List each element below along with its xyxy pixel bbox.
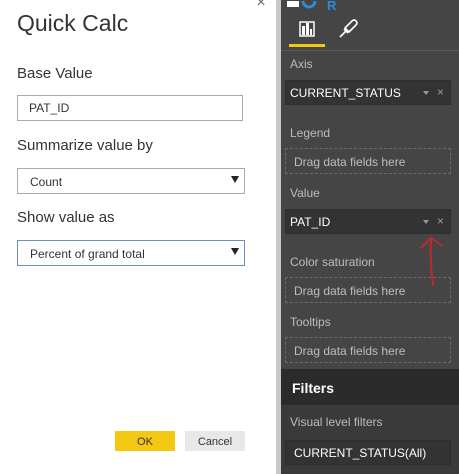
visual-gallery-strip: R: [281, 0, 459, 13]
value-label: Value: [290, 186, 320, 200]
dropdown-arrow-icon: [231, 176, 239, 183]
chevron-down-icon[interactable]: [423, 91, 429, 95]
tooltips-placeholder: Drag data fields here: [294, 344, 406, 358]
ok-button[interactable]: OK: [115, 431, 175, 451]
legend-placeholder: Drag data fields here: [294, 155, 406, 169]
show-value-label: Show value as: [17, 209, 115, 226]
filter-item[interactable]: CURRENT_STATUS(All): [285, 440, 451, 465]
pane-divider: [281, 50, 459, 51]
color-saturation-placeholder: Drag data fields here: [294, 284, 406, 298]
screen: Quick Calc × Base Value Summarize value …: [0, 0, 459, 474]
remove-field-icon[interactable]: ×: [437, 214, 444, 228]
value-field-name: PAT_ID: [290, 215, 331, 229]
tooltips-label: Tooltips: [290, 315, 331, 329]
tab-format[interactable]: [330, 12, 366, 46]
base-value-input[interactable]: [17, 95, 243, 121]
color-saturation-label: Color saturation: [290, 255, 375, 269]
filter-item-label: CURRENT_STATUS(All): [294, 446, 427, 460]
dropdown-arrow-icon: [231, 248, 239, 255]
base-value-label: Base Value: [17, 65, 93, 82]
summarize-selected-value: Count: [30, 175, 63, 189]
legend-label: Legend: [290, 126, 331, 140]
filters-title: Filters: [292, 380, 335, 396]
remove-field-icon[interactable]: ×: [437, 85, 444, 99]
active-tab-indicator: [289, 44, 325, 47]
visual-level-filters-label: Visual level filters: [290, 415, 383, 429]
paint-roller-icon: [339, 19, 358, 38]
bar-chart-icon: [299, 21, 315, 37]
chevron-down-icon[interactable]: [423, 220, 429, 224]
axis-field[interactable]: CURRENT_STATUS ×: [285, 80, 451, 105]
show-value-dropdown[interactable]: Percent of grand total: [17, 240, 245, 266]
close-icon[interactable]: ×: [253, 0, 269, 11]
dialog-title: Quick Calc: [17, 10, 129, 36]
summarize-dropdown[interactable]: Count: [17, 168, 245, 194]
show-value-selected-value: Percent of grand total: [30, 247, 145, 261]
annotation-arrow-icon: [420, 237, 443, 286]
axis-label: Axis: [290, 57, 313, 71]
axis-field-name: CURRENT_STATUS: [290, 86, 401, 100]
cancel-button[interactable]: Cancel: [185, 431, 245, 451]
tab-fields[interactable]: [289, 12, 325, 46]
quick-calc-dialog: Quick Calc × Base Value Summarize value …: [0, 0, 276, 474]
tooltips-drop-zone[interactable]: Drag data fields here: [285, 337, 451, 363]
legend-drop-zone[interactable]: Drag data fields here: [285, 148, 451, 174]
summarize-label: Summarize value by: [17, 137, 153, 154]
